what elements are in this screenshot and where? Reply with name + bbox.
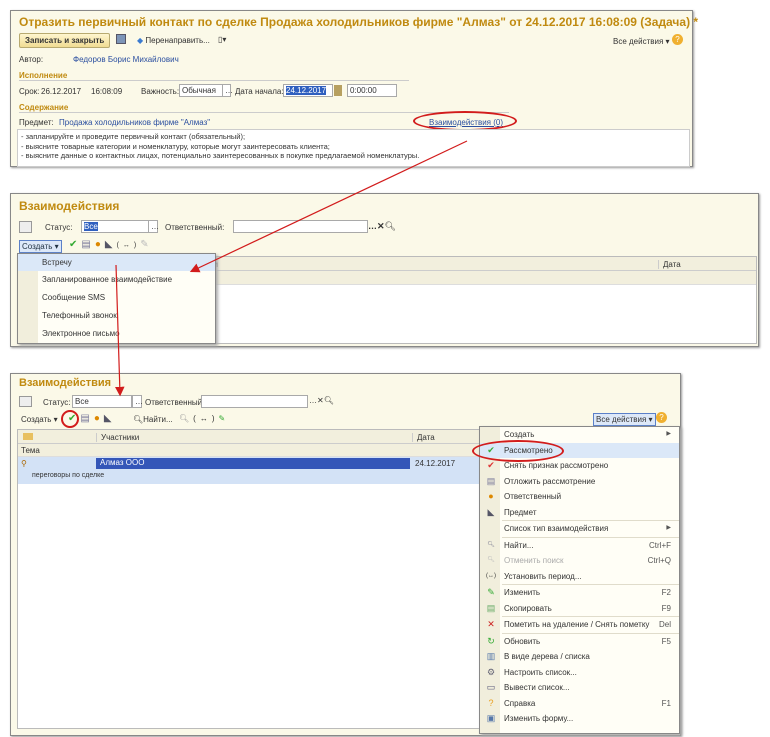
arrow-to-create-menu xyxy=(189,140,468,273)
annotation-arrows xyxy=(114,140,468,397)
arrow-to-status xyxy=(114,264,125,397)
